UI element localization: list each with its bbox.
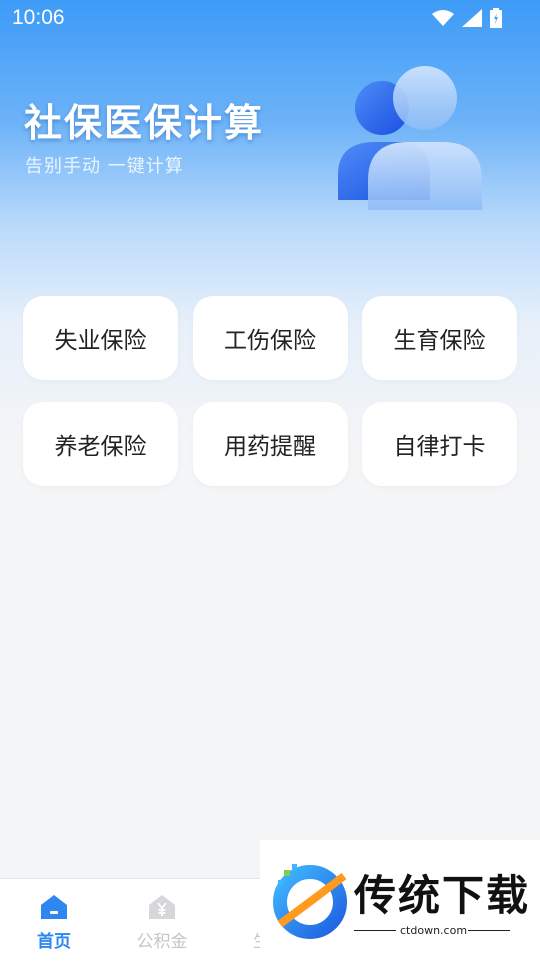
wifi-icon [432,10,454,26]
battery-icon [490,8,502,28]
pension-insurance-button[interactable]: 养老保险 [23,402,178,486]
self-discipline-checkin-button[interactable]: 自律打卡 [362,402,517,486]
watermark-url: ctdown.com [400,924,468,937]
tab-housing-fund-label: 公积金 [136,932,188,952]
page-subtitle: 告别手动 一键计算 [25,156,184,177]
page-title: 社保医保计算 [24,101,265,145]
fund-house-icon [149,895,175,919]
tab-housing-fund[interactable]: 公积金 [108,879,216,961]
tab-home[interactable]: 首页 [0,879,108,961]
home-icon [41,895,67,919]
maternity-insurance-button[interactable]: 生育保险 [362,296,517,380]
feature-grid: 失业保险 工伤保险 生育保险 养老保险 用药提醒 自律打卡 [23,296,517,486]
signal-icon [462,9,482,27]
watermark-brand: 传统下载 [354,871,531,920]
watermark-logo [273,864,347,939]
injury-insurance-button[interactable]: 工伤保险 [192,296,348,380]
status-bar: 10:06 [0,0,540,36]
watermark: 传统下载 ctdown.com [260,840,540,960]
unemployment-insurance-button[interactable]: 失业保险 [23,296,178,380]
watermark-divider-left [354,930,396,931]
users-icon [338,66,482,210]
medication-reminder-button[interactable]: 用药提醒 [192,402,348,486]
tab-home-label: 首页 [37,932,71,952]
status-icons [432,8,502,28]
status-time: 10:06 [12,6,65,29]
watermark-divider-right [468,930,510,931]
